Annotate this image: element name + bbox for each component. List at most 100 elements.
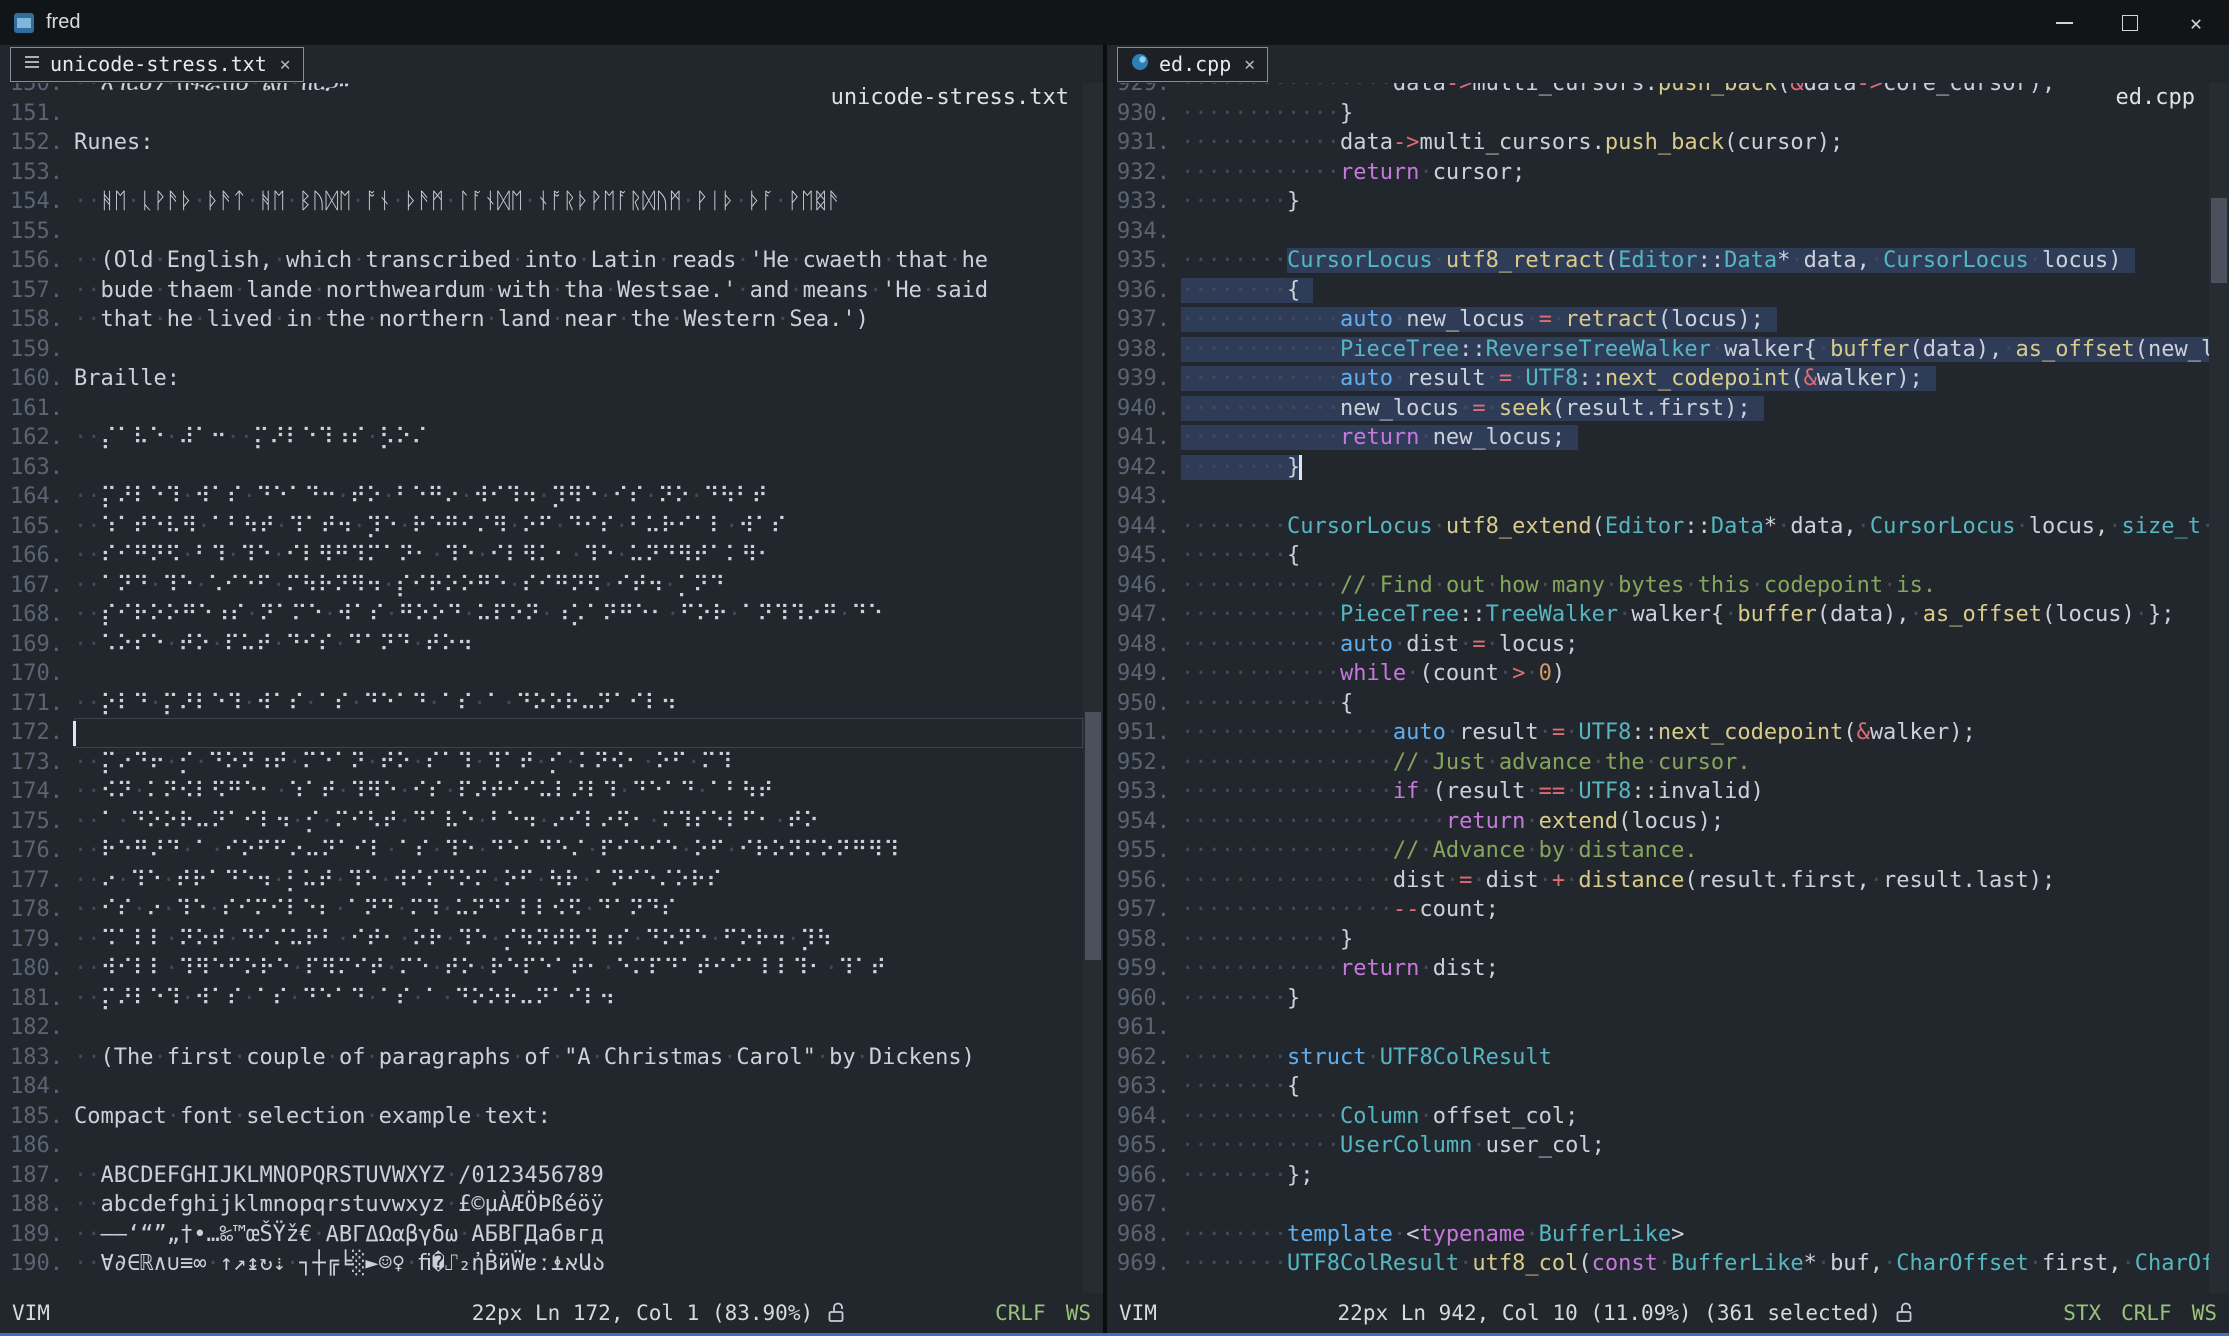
code-line[interactable]: 940.············new_locus·=·seek(result.… bbox=[1107, 394, 2209, 424]
code-line[interactable]: 969.········UTF8ColResult·utf8_col(const… bbox=[1107, 1249, 2209, 1279]
code-line[interactable]: 179.··⠩⠁⠇⠇·⠝⠕⠞·⠙⠊⠌⠥⠗⠃·⠊⠞⠂·⠕⠗·⠹⠑·⡊⠳⠝⠞⠗⠹⠰⠎… bbox=[0, 925, 1083, 955]
code-line[interactable]: 957.················--count; bbox=[1107, 895, 2209, 925]
code-line[interactable]: 160.Braille: bbox=[0, 364, 1083, 394]
code-line[interactable]: 943. bbox=[1107, 482, 2209, 512]
maximize-button[interactable] bbox=[2097, 0, 2163, 45]
unlock-icon[interactable] bbox=[1895, 1302, 1915, 1324]
code-line[interactable]: 931.············data->multi_cursors.push… bbox=[1107, 128, 2209, 158]
whitespace-dots: ·· bbox=[74, 602, 101, 627]
tab-ed-cpp[interactable]: ed.cpp ✕ bbox=[1117, 47, 1268, 82]
unlock-icon[interactable] bbox=[827, 1302, 847, 1324]
code-line[interactable]: 182. bbox=[0, 1013, 1083, 1043]
code-line[interactable]: 161. bbox=[0, 394, 1083, 424]
code-line[interactable]: 164.··⡍⠜⠇⠑⠹·⠺⠁⠎·⠙⠑⠁⠙⠒·⠞⠕·⠃⠑⠛⠔·⠺⠊⠹⠲·⡹⠻⠑·⠊… bbox=[0, 482, 1083, 512]
code-line[interactable]: 177.··⠔·⠹⠑·⠞⠗⠁⠙⠑⠲·⡃⠥⠞·⠹⠑·⠺⠊⠎⠙⠕⠍·⠕⠋·⠳⠗·⠁⠝… bbox=[0, 866, 1083, 896]
right-scrollbar[interactable] bbox=[2209, 83, 2229, 1293]
code-line[interactable]: 189.··–—‘“”„†•…‰™œŠŸž€·ΑΒΓΔΩαβγδω·АБВГДа… bbox=[0, 1220, 1083, 1250]
code-line[interactable]: 155. bbox=[0, 217, 1083, 247]
whitespace-dots: · bbox=[153, 307, 166, 332]
code-line[interactable]: 168.··⡎⠊⠗⠕⠕⠛⠑⠰⠎·⠝⠁⠍⠑·⠺⠁⠎·⠛⠕⠕⠙·⠥⠏⠕⠝·⠰⡡⠁⠝⠛… bbox=[0, 600, 1083, 630]
code-line[interactable]: 175.··⠁·⠙⠕⠕⠗⠤⠝⠁⠊⠇⠲·⡊·⠍⠊⠣⠞·⠙⠁⠧⠑·⠃⠑⠲·⠔⠊⠇⠔⠫… bbox=[0, 807, 1083, 837]
right-scrollbar-thumb[interactable] bbox=[2211, 198, 2227, 283]
code-line[interactable]: 176.··⠗⠑⠛⠜⠙·⠁·⠊⠕⠋⠋⠔⠤⠝⠁⠊⠇·⠁⠎·⠹⠑·⠙⠑⠁⠙⠑⠌·⠏⠊… bbox=[0, 836, 1083, 866]
code-line[interactable]: 962.········struct·UTF8ColResult bbox=[1107, 1043, 2209, 1073]
code-line[interactable]: 185.Compact·font·selection·example·text: bbox=[0, 1102, 1083, 1132]
close-button[interactable]: ✕ bbox=[2163, 0, 2229, 45]
code-line[interactable]: 178.··⠊⠎·⠔·⠹⠑·⠎⠊⠍⠊⠇⠑⠆·⠁⠝⠙·⠍⠹·⠥⠝⠙⠁⠇⠇⠪⠫·⠙⠁… bbox=[0, 895, 1083, 925]
code-line[interactable]: 159. bbox=[0, 335, 1083, 365]
code-line[interactable]: 173.··⡍⠔⠙⠖·⡊·⠙⠕⠝⠰⠞·⠍⠑⠁⠝·⠞⠕·⠎⠁⠹·⠹⠁⠞·⡊·⠅⠝⠪… bbox=[0, 748, 1083, 778]
code-line[interactable]: 190.··∀∂∈ℝ∧∪≡∞·↑↗↨↻⇣·┐┼╔╘░►☺♀·ﬁ�⑀₂ἠḂӥẄɐː… bbox=[0, 1249, 1083, 1279]
code-line[interactable]: 171.··⡕⠇⠙·⡍⠜⠇⠑⠹·⠺⠁⠎·⠁⠎·⠙⠑⠁⠙·⠁⠎·⠁·⠙⠕⠕⠗⠤⠝⠁… bbox=[0, 689, 1083, 719]
code-line[interactable]: 932.············return·cursor; bbox=[1107, 158, 2209, 188]
code-line[interactable]: 941.············return·new_locus; bbox=[1107, 423, 2209, 453]
code-line[interactable]: 938.············PieceTree::ReverseTreeWa… bbox=[1107, 335, 2209, 365]
whitespace-dots: · bbox=[405, 1251, 418, 1276]
code-line[interactable]: 963.········{ bbox=[1107, 1072, 2209, 1102]
code-line[interactable]: 188.··abcdefghijklmnopqrstuvwxyz·£©µÀÆÖÞ… bbox=[0, 1190, 1083, 1220]
code-line[interactable]: 965.············UserColumn·user_col; bbox=[1107, 1131, 2209, 1161]
code-line[interactable]: 942.········} bbox=[1107, 453, 2209, 483]
code-line[interactable]: 170. bbox=[0, 659, 1083, 689]
code-line[interactable]: 165.··⠱⠁⠞⠑⠧⠻·⠁⠃⠳⠞·⠹⠁⠞⠲·⡹⠑·⠗⠑⠛⠊⠌⠻·⠕⠋·⠙⠊⠎·… bbox=[0, 512, 1083, 542]
code-line[interactable]: 953.················if·(result·==·UTF8::… bbox=[1107, 777, 2209, 807]
code-line[interactable]: 966.········}; bbox=[1107, 1161, 2209, 1191]
code-line[interactable]: 929.················data->multi_cursors.… bbox=[1107, 83, 2209, 99]
code-line[interactable]: 154.··ᚻᛖ·ᚳᚹᚫᚦ·ᚦᚫᛏ·ᚻᛖ·ᛒᚢᛞᛖ·ᚩᚾ·ᚦᚫᛗ·ᛚᚪᚾᛞᛖ·ᚾ… bbox=[0, 187, 1083, 217]
whitespace-dots: ············ bbox=[1181, 1133, 1340, 1158]
code-line[interactable]: 968.········template·<typename·BufferLik… bbox=[1107, 1220, 2209, 1250]
code-line[interactable]: 158.··that·he·lived·in·the·northern·land… bbox=[0, 305, 1083, 335]
code-line[interactable]: 955.················//·Advance·by·distan… bbox=[1107, 836, 2209, 866]
code-line[interactable]: 184. bbox=[0, 1072, 1083, 1102]
code-line[interactable]: 946.············//·Find·out·how·many·byt… bbox=[1107, 571, 2209, 601]
code-line[interactable]: 939.············auto·result·=·UTF8::next… bbox=[1107, 364, 2209, 394]
code-line[interactable]: 936.········{ bbox=[1107, 276, 2209, 306]
code-line[interactable]: 169.··⠡⠕⠎⠑·⠞⠕·⠏⠥⠞·⠙⠊⠎·⠙⠁⠝⠙·⠞⠕⠲ bbox=[0, 630, 1083, 660]
left-scrollbar-thumb[interactable] bbox=[1085, 712, 1101, 960]
code-line[interactable]: 961. bbox=[1107, 1013, 2209, 1043]
code-line[interactable]: 947.············PieceTree::TreeWalker·wa… bbox=[1107, 600, 2209, 630]
code-line[interactable]: 949.············while·(count·>·0) bbox=[1107, 659, 2209, 689]
code-line[interactable]: 958.············} bbox=[1107, 925, 2209, 955]
code-line[interactable]: 945.········{ bbox=[1107, 541, 2209, 571]
minimize-button[interactable] bbox=[2031, 0, 2097, 45]
code-line[interactable]: 948.············auto·dist·=·locus; bbox=[1107, 630, 2209, 660]
code-line[interactable]: 167.··⠁⠝⠙·⠹⠑·⠡⠊⠑⠋·⠍⠳⠗⠝⠻⠲·⡎⠊⠗⠕⠕⠛⠑·⠎⠊⠛⠝⠫·⠊… bbox=[0, 571, 1083, 601]
code-line[interactable]: 152.Runes: bbox=[0, 128, 1083, 158]
code-line[interactable]: 153. bbox=[0, 158, 1083, 188]
left-scrollbar[interactable] bbox=[1083, 83, 1103, 1293]
code-line[interactable]: 181.··⡍⠜⠇⠑⠹·⠺⠁⠎·⠁⠎·⠙⠑⠁⠙·⠁⠎·⠁·⠙⠕⠕⠗⠤⠝⠁⠊⠇⠲ bbox=[0, 984, 1083, 1014]
left-editor-area[interactable]: 150.··እግርህን·በፍራሽህ·ልክ·ዘርጋ።151.152.Runes:1… bbox=[0, 83, 1103, 1293]
code-line[interactable]: 933.········} bbox=[1107, 187, 2209, 217]
code-line[interactable]: 187.··ABCDEFGHIJKLMNOPQRSTUVWXYZ·/012345… bbox=[0, 1161, 1083, 1191]
code-line[interactable]: 960.········} bbox=[1107, 984, 2209, 1014]
code-line[interactable]: 937.············auto·new_locus·=·retract… bbox=[1107, 305, 2209, 335]
code-line[interactable]: 951.················auto·result·=·UTF8::… bbox=[1107, 718, 2209, 748]
code-line[interactable]: 934. bbox=[1107, 217, 2209, 247]
code-line[interactable]: 964.············Column·offset_col; bbox=[1107, 1102, 2209, 1132]
code-line[interactable]: 935.········CursorLocus·utf8_retract(Edi… bbox=[1107, 246, 2209, 276]
code-line[interactable]: 180.··⠺⠊⠇⠇·⠹⠻⠑⠋⠕⠗⠑·⠏⠻⠍⠊⠞·⠍⠑·⠞⠕·⠗⠑⠏⠑⠁⠞⠂·⠑… bbox=[0, 954, 1083, 984]
tab-unicode-stress-txt[interactable]: unicode-stress.txt ✕ bbox=[10, 47, 304, 82]
code-line[interactable]: 156.··(Old·English,·which·transcribed·in… bbox=[0, 246, 1083, 276]
code-token: ⠁⠝⠹⠹⠔⠛ bbox=[741, 602, 838, 627]
code-line[interactable]: 959.············return·dist; bbox=[1107, 954, 2209, 984]
code-line[interactable]: 163. bbox=[0, 453, 1083, 483]
code-line[interactable]: 967. bbox=[1107, 1190, 2209, 1220]
code-line[interactable]: 183.··(The·first·couple·of·paragraphs·of… bbox=[0, 1043, 1083, 1073]
code-line[interactable]: 952.················//·Just·advance·the·… bbox=[1107, 748, 2209, 778]
code-line[interactable]: 172. bbox=[0, 718, 1083, 748]
code-line[interactable]: 954.····················return·extend(lo… bbox=[1107, 807, 2209, 837]
code-line[interactable]: 157.··bude·thaem·lande·northweardum·with… bbox=[0, 276, 1083, 306]
code-line[interactable]: 166.··⠎⠊⠛⠝⠫·⠃⠹·⠹⠑·⠊⠇⠻⠛⠹⠍⠁⠝⠂·⠹⠑·⠊⠇⠻⠅⠂·⠹⠑·… bbox=[0, 541, 1083, 571]
tab-close-icon[interactable]: ✕ bbox=[1244, 54, 1255, 75]
code-line[interactable]: 956.················dist·=·dist·+·distan… bbox=[1107, 866, 2209, 896]
tab-close-icon[interactable]: ✕ bbox=[280, 54, 291, 75]
code-line[interactable]: 174.··⠪⠝·⠅⠝⠪⠇⠫⠛⠑⠂·⠱⠁⠞·⠹⠻⠑·⠊⠎·⠏⠜⠞⠊⠊⠥⠇⠜⠇⠹·… bbox=[0, 777, 1083, 807]
code-line[interactable]: 930.············} bbox=[1107, 99, 2209, 129]
code-line[interactable]: 162.··⡌⠁⠧⠑·⠼⠁⠒··⡍⠜⠇⠑⠹⠰⠎·⡣⠕⠌ bbox=[0, 423, 1083, 453]
code-line[interactable]: 944.········CursorLocus·utf8_extend(Edit… bbox=[1107, 512, 2209, 542]
code-line[interactable]: 950.············{ bbox=[1107, 689, 2209, 719]
code-line[interactable]: 186. bbox=[0, 1131, 1083, 1161]
right-editor-area[interactable]: 929.················data->multi_cursors.… bbox=[1107, 83, 2229, 1293]
